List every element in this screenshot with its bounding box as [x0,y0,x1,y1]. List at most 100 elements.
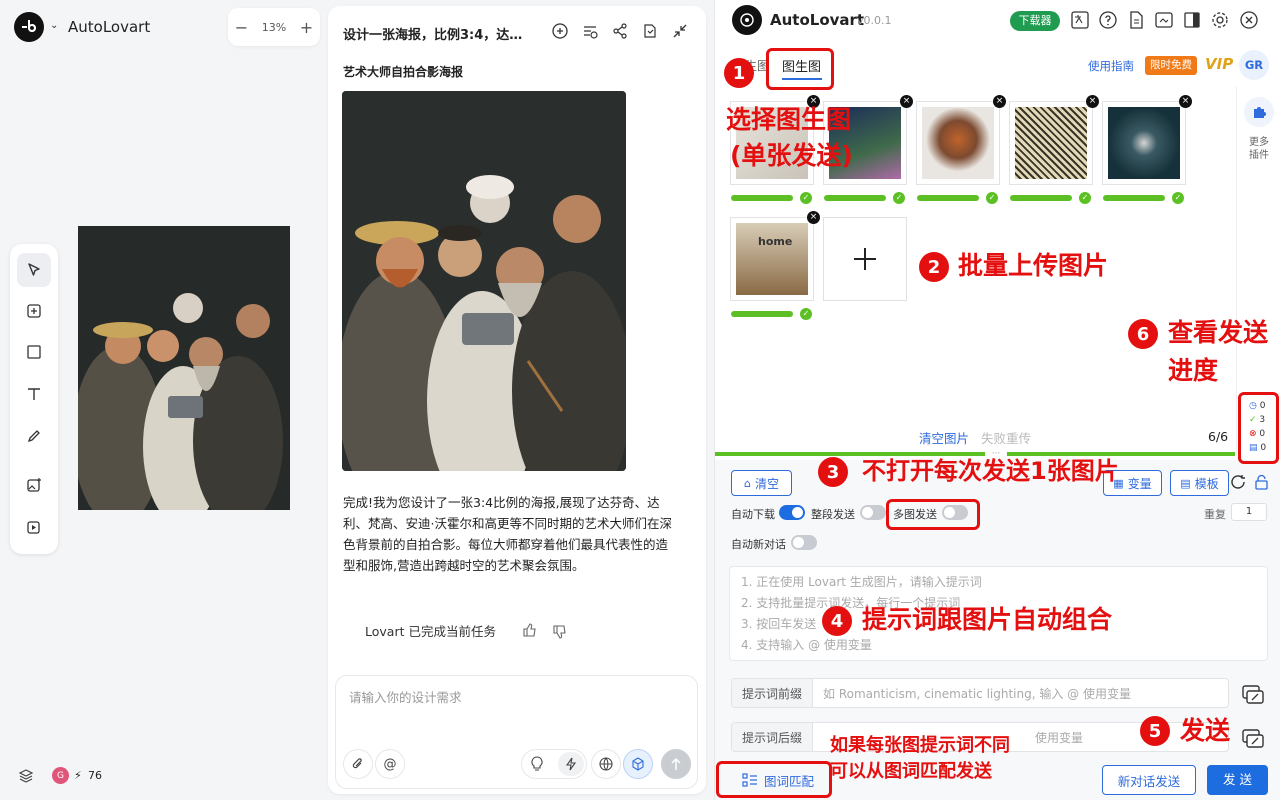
prompt-prefix-field[interactable]: 提示词前缀 如 Romanticism, cinematic lighting,… [731,678,1229,708]
layers-icon[interactable] [18,768,34,784]
more-plugins-label[interactable]: 更多插件 [1246,136,1272,162]
thumbs-up-icon[interactable] [522,622,538,638]
lightning-icon: ⚡ [74,769,82,782]
chevron-down-icon[interactable]: ⌄ [50,20,58,31]
uploaded-image-6[interactable]: home × [730,211,820,301]
prefix-label: 提示词前缀 [732,679,814,707]
retry-failed-link[interactable]: 失败重传 [981,428,1031,447]
pencil-tool-icon[interactable] [17,419,51,453]
upload-progress-bar [1010,195,1072,201]
annotation-text-7b: 可以从图词匹配发送 [830,761,992,782]
zoom-out-button[interactable]: − [235,18,248,37]
zoom-level: 13% [261,20,287,34]
close-icon[interactable] [1239,10,1259,30]
user-avatar[interactable]: G [52,767,69,784]
files-icon[interactable] [641,22,661,42]
downloader-badge[interactable]: 下载器 [1010,11,1060,31]
video-generate-icon[interactable] [17,510,51,544]
annotation-number-3: 3 [818,457,848,487]
check-icon: ✓ [800,192,812,204]
chat-panel: 设计一张海报，比例3:4，达… 艺术大师自拍合影海报 完成!我为您设计了一张3:… [328,6,706,794]
auto-new-chat-label: 自动新对话 [731,538,786,551]
chat-input[interactable]: 请输入你的设计需求 [349,687,462,706]
puzzle-icon[interactable] [1244,97,1274,127]
task-status: Lovart 已完成当前任务 [365,624,496,639]
plugin-logo [732,5,762,35]
image-caption-home: home [758,235,793,248]
thumbs-down-icon[interactable] [552,624,568,640]
document-icon[interactable] [1126,10,1146,30]
screenshot-icon[interactable] [1154,10,1174,30]
remove-image-icon[interactable]: × [993,95,1006,108]
remove-image-icon[interactable]: × [900,95,913,108]
frame-add-icon[interactable] [17,294,51,328]
settings-icon[interactable] [1210,10,1230,30]
repeat-input[interactable]: 1 [1231,503,1267,521]
bulb-icon[interactable] [530,756,544,772]
lightning-mode-icon[interactable] [558,752,584,776]
generated-poster-image[interactable] [342,91,626,471]
template-button[interactable]: ▤ 模板 [1170,470,1229,496]
guide-link[interactable]: 使用指南 [1088,58,1134,74]
check-icon: ✓ [986,192,998,204]
upload-progress-bar [824,195,886,201]
rectangle-tool-icon[interactable] [17,335,51,369]
clear-images-link[interactable]: 清空图片 [919,428,969,447]
lock-icon[interactable] [1254,474,1269,491]
help-icon[interactable] [1098,10,1118,30]
image-generate-icon[interactable] [17,468,51,502]
sidebar-toggle-icon[interactable] [1182,10,1202,30]
select-tool-icon[interactable] [17,253,51,287]
check-icon: ✓ [1172,192,1184,204]
canvas-artwork-image[interactable] [78,226,290,510]
segment-send-toggle[interactable] [860,505,886,520]
credit-count: 76 [88,769,102,782]
translate-icon[interactable] [1070,10,1090,30]
clear-button[interactable]: ⌂ 清空 [731,470,792,496]
uploaded-image-4[interactable]: × [1009,95,1099,185]
attach-icon[interactable] [343,749,373,779]
cube-icon[interactable] [623,749,653,779]
segment-send-label: 整段发送 [811,508,855,521]
mode-switch[interactable] [521,749,587,779]
refresh-icon[interactable] [1230,474,1247,491]
send-button[interactable]: 发 送 [1207,765,1268,795]
annotation-number-6: 6 [1128,319,1158,349]
auto-new-chat-toggle[interactable] [791,535,817,550]
chat-title: 设计一张海报，比例3:4，达… [343,28,523,43]
uploaded-image-3[interactable]: × [916,95,1006,185]
share-icon[interactable] [611,22,631,42]
annotation-box-stats [1238,392,1279,464]
text-tool-icon[interactable] [17,377,51,411]
globe-icon[interactable] [591,749,621,779]
lovart-logo[interactable] [14,12,44,42]
remove-image-icon[interactable]: × [1086,95,1099,108]
chat-subtitle: 艺术大师自拍合影海报 [343,65,464,79]
new-chat-send-button[interactable]: 新对话发送 [1102,765,1196,795]
canvas-toolbar [10,244,58,554]
new-chat-icon[interactable] [551,22,571,42]
copy-prefix-icon[interactable] [1241,684,1265,706]
collapse-icon[interactable] [671,22,691,42]
remove-image-icon[interactable]: × [1179,95,1192,108]
prefix-input[interactable]: 如 Romanticism, cinematic lighting, 输入 @ … [813,685,1131,702]
store-icon: ⌂ [744,476,751,490]
upload-progress-bar [731,311,793,317]
check-icon: ✓ [800,308,812,320]
zoom-in-button[interactable]: + [300,18,313,37]
uploaded-image-5[interactable]: × [1102,95,1192,185]
annotation-box-match [716,761,832,798]
mention-icon[interactable]: @ [375,749,405,779]
annotation-text-1: 选择图生图 [726,105,852,134]
send-arrow-button[interactable] [661,749,691,779]
copy-suffix-icon[interactable] [1241,728,1265,750]
prompt-placeholder-line: 1. 正在使用 Lovart 生成图片，请输入提示词 [741,575,982,589]
history-icon[interactable] [581,22,601,42]
vip-badge[interactable]: VIP [1205,55,1233,73]
auto-download-toggle[interactable] [779,505,805,520]
chat-input-box[interactable]: 请输入你的设计需求 @ [335,675,698,789]
add-image-button[interactable] [823,217,907,301]
annotation-text-4: 提示词跟图片自动组合 [862,605,1113,634]
remove-image-icon[interactable]: × [807,211,820,224]
user-avatar-gr[interactable]: GR [1239,50,1269,80]
